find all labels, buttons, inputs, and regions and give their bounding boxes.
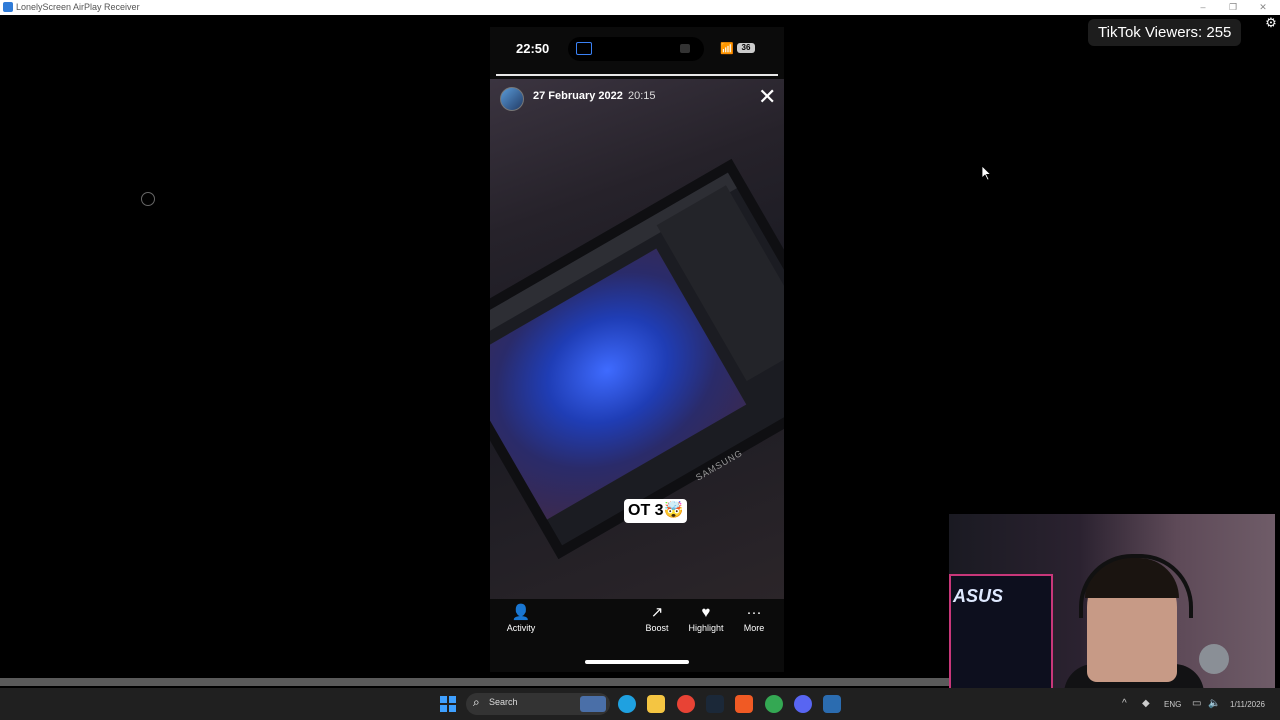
avatar[interactable]	[500, 87, 524, 111]
more-button[interactable]: ··· More	[729, 603, 779, 633]
window-titlebar: LonelyScreen AirPlay Receiver – ❐ ✕	[0, 0, 1280, 15]
mouse-cursor-icon	[982, 166, 992, 181]
webcam-microphone	[1199, 644, 1229, 674]
steam-icon[interactable]	[706, 695, 724, 713]
ellipsis-icon: ···	[746, 604, 762, 621]
start-button[interactable]	[440, 696, 456, 712]
webcam-overlay: ASUS	[949, 514, 1275, 704]
home-indicator[interactable]	[585, 660, 689, 664]
window-title: LonelyScreen AirPlay Receiver	[16, 2, 140, 12]
edge-icon[interactable]	[618, 695, 636, 713]
brave-icon[interactable]	[735, 695, 753, 713]
remote-desktop-icon[interactable]	[823, 695, 841, 713]
tray-app-icon[interactable]: ◆	[1142, 698, 1150, 709]
clock-date[interactable]: 1/11/2026	[1230, 700, 1265, 709]
app-icon	[3, 2, 13, 12]
heart-icon: ♥	[701, 604, 711, 621]
story-text-sticker: ОТ 3🤯	[624, 499, 688, 523]
chrome-dev-icon[interactable]	[765, 695, 783, 713]
horizontal-scrollbar[interactable]	[0, 678, 950, 686]
activity-button[interactable]: 👤 Activity	[496, 603, 546, 633]
boost-button[interactable]: ↗ Boost	[632, 603, 682, 633]
webcam-headset	[1079, 554, 1193, 618]
people-icon: 👤	[511, 604, 531, 621]
file-explorer-icon[interactable]	[647, 695, 665, 713]
close-icon[interactable]: ✕	[758, 86, 776, 108]
discord-icon[interactable]	[794, 695, 812, 713]
screen-mirroring-icon	[576, 42, 592, 55]
phone-mirror: 22:50 📶 36 SAMSUNG 27 February 2022 20:1…	[490, 27, 784, 672]
dynamic-island	[568, 37, 704, 61]
camera-indicator-icon	[680, 44, 690, 53]
network-icon[interactable]: ▭	[1192, 698, 1201, 709]
activity-label: Activity	[506, 623, 536, 633]
story-progress-bar	[496, 74, 778, 76]
chrome-icon[interactable]	[677, 695, 695, 713]
maximize-button[interactable]: ❐	[1218, 0, 1248, 15]
highlight-label: Highlight	[688, 623, 724, 633]
close-window-button[interactable]: ✕	[1248, 0, 1278, 15]
more-label: More	[743, 623, 765, 633]
battery-icon: 36	[737, 43, 755, 53]
story-date: 27 February 2022	[533, 90, 623, 102]
search-highlight-icon	[580, 696, 606, 712]
trend-up-icon: ↗	[650, 604, 664, 621]
taskbar: ⌕ Search ^ ◆ ENG ▭ 🔈 1/11/2026	[0, 688, 1280, 720]
search-icon: ⌕	[473, 695, 480, 709]
tiktok-viewers-badge: TikTok Viewers: 255	[1088, 19, 1242, 46]
volume-icon[interactable]: 🔈	[1208, 698, 1220, 709]
monitor-brand: SAMSUNG	[694, 447, 745, 483]
highlight-button[interactable]: ♥ Highlight	[681, 603, 731, 633]
story-progress-fill	[496, 74, 778, 76]
language-indicator[interactable]: ENG	[1164, 700, 1181, 709]
boost-label: Boost	[645, 623, 669, 633]
story-action-bar: 👤 Activity ↗ Boost ♥ Highlight ··· More	[490, 603, 784, 643]
gear-icon[interactable]: ⚙	[1264, 16, 1278, 30]
wifi-icon: 📶	[720, 43, 734, 55]
tray-chevron-icon[interactable]: ^	[1122, 698, 1127, 709]
taskbar-search[interactable]: ⌕ Search	[466, 693, 610, 715]
webcam-asus-logo: ASUS	[953, 586, 1004, 606]
minimize-button[interactable]: –	[1188, 0, 1218, 15]
status-time: 22:50	[516, 41, 550, 56]
search-label: Search	[489, 697, 518, 707]
story-time: 20:15	[628, 90, 656, 102]
loading-spinner-icon	[141, 192, 155, 206]
